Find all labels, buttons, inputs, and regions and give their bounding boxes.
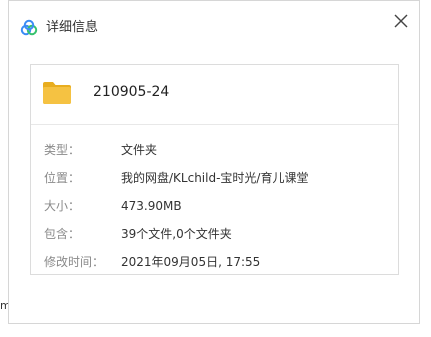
detail-label: 类型： — [44, 143, 81, 157]
details-dialog: 详细信息 210905-24 类型： 文件夹 位置： 我的网盘/KLchild-… — [8, 0, 420, 324]
details-panel: 210905-24 类型： 文件夹 位置： 我的网盘/KLchild-宝时光/育… — [30, 64, 399, 275]
detail-value: 2021年09月05日, 17:55 — [121, 255, 261, 269]
detail-value: 39个文件,0个文件夹 — [121, 227, 232, 241]
detail-value: 文件夹 — [121, 143, 158, 157]
item-name: 210905-24 — [93, 84, 170, 100]
detail-label: 大小： — [44, 199, 81, 213]
divider — [31, 124, 398, 125]
detail-value: 我的网盘/KLchild-宝时光/育儿课堂 — [121, 171, 309, 185]
detail-label: 包含： — [44, 227, 81, 241]
detail-label: 位置： — [44, 171, 81, 185]
close-icon[interactable] — [393, 13, 409, 29]
cloud-logo-icon — [20, 19, 38, 36]
detail-value: 473.90MB — [121, 199, 182, 213]
dialog-titlebar: 详细信息 — [9, 1, 419, 55]
detail-label: 修改时间： — [44, 255, 105, 269]
dialog-title: 详细信息 — [46, 20, 99, 35]
folder-icon — [43, 82, 71, 104]
page: m 详细信息 210905-24 类型： 文件夹 位置： 我的网盘/KLchil… — [0, 0, 431, 337]
